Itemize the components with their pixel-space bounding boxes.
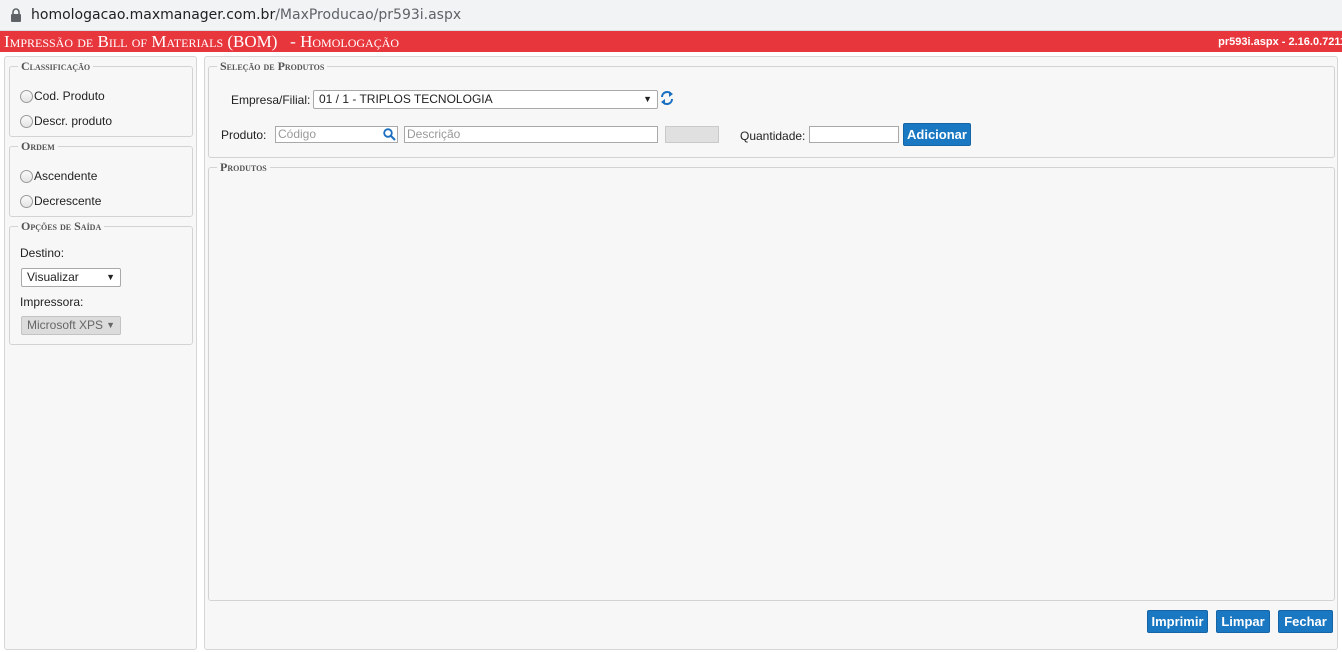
radio-circle[interactable] [20, 89, 33, 103]
destino-value: Visualizar [27, 270, 79, 284]
radio-circle[interactable] [20, 169, 33, 183]
radio-ascendente[interactable]: Ascendente [20, 169, 97, 183]
empresa-label: Empresa/Filial: [231, 93, 311, 107]
dropdown-arrow-icon: ▼ [106, 320, 115, 330]
lock-icon [10, 8, 22, 22]
opcoes-saida-group: Opções de Saída Destino: Visualizar ▼ Im… [9, 220, 193, 345]
destino-select[interactable]: Visualizar ▼ [21, 268, 121, 287]
fechar-button[interactable]: Fechar [1278, 610, 1333, 633]
descricao-placeholder: Descrição [407, 127, 461, 141]
page-title-bar: Impressão de Bill of Materials (BOM) - H… [0, 31, 1342, 52]
radio-label: Decrescente [34, 194, 102, 208]
radio-label: Cod. Produto [34, 89, 105, 103]
opcoes-saida-legend: Opções de Saída [21, 219, 102, 233]
radio-descr-produto[interactable]: Descr. produto [20, 114, 112, 128]
dropdown-arrow-icon: ▼ [643, 94, 652, 104]
empresa-value: 01 / 1 - TRIPLOS TECNOLOGIA [319, 92, 493, 106]
descricao-input[interactable]: Descrição [404, 126, 658, 143]
quantidade-input[interactable] [809, 126, 899, 143]
radio-decrescente[interactable]: Decrescente [20, 194, 101, 208]
codigo-placeholder: Código [278, 127, 317, 141]
adicionar-button[interactable]: Adicionar [903, 123, 971, 146]
impressora-select: Microsoft XPS ▼ [21, 316, 121, 335]
radio-circle[interactable] [20, 114, 33, 128]
ordem-legend: Ordem [21, 139, 55, 153]
radio-label: Ascendente [34, 169, 98, 183]
refresh-icon[interactable] [660, 90, 674, 109]
search-icon[interactable] [383, 128, 396, 145]
browser-address-bar[interactable]: homologacao.maxmanager.com.br/MaxProduca… [0, 0, 1342, 31]
empresa-select[interactable]: 01 / 1 - TRIPLOS TECNOLOGIA ▼ [313, 90, 658, 109]
imprimir-button[interactable]: Imprimir [1147, 610, 1208, 633]
produtos-group: Produtos [208, 161, 1335, 601]
selecao-legend: Seleção de Produtos [220, 59, 325, 73]
ordem-group: Ordem Ascendente Decrescente [9, 140, 193, 217]
page-title: Impressão de Bill of Materials (BOM) - H… [4, 32, 400, 51]
impressora-value: Microsoft XPS [27, 318, 104, 332]
dropdown-arrow-icon: ▼ [106, 272, 115, 282]
codigo-input[interactable]: Código [275, 126, 398, 143]
produto-label: Produto: [221, 128, 267, 142]
radio-cod-produto[interactable]: Cod. Produto [20, 89, 105, 103]
selecao-produtos-group: Seleção de Produtos Empresa/Filial: 01 /… [208, 60, 1335, 158]
destino-label: Destino: [20, 246, 65, 260]
version-label: pr593i.aspx - 2.16.0.7211 [1218, 35, 1342, 48]
url-text[interactable]: homologacao.maxmanager.com.br/MaxProduca… [31, 7, 461, 23]
radio-circle[interactable] [20, 194, 33, 208]
limpar-button[interactable]: Limpar [1216, 610, 1270, 633]
impressora-label: Impressora: [20, 295, 84, 309]
left-options-panel: Classificação Cod. Produto Descr. produt… [4, 56, 197, 650]
main-panel: Seleção de Produtos Empresa/Filial: 01 /… [204, 56, 1338, 650]
quantidade-label: Quantidade: [740, 129, 806, 143]
classificacao-group: Classificação Cod. Produto Descr. produt… [9, 60, 193, 137]
classificacao-legend: Classificação [21, 59, 91, 73]
unidade-field [665, 126, 719, 143]
produtos-legend: Produtos [220, 160, 267, 174]
radio-label: Descr. produto [34, 114, 113, 128]
